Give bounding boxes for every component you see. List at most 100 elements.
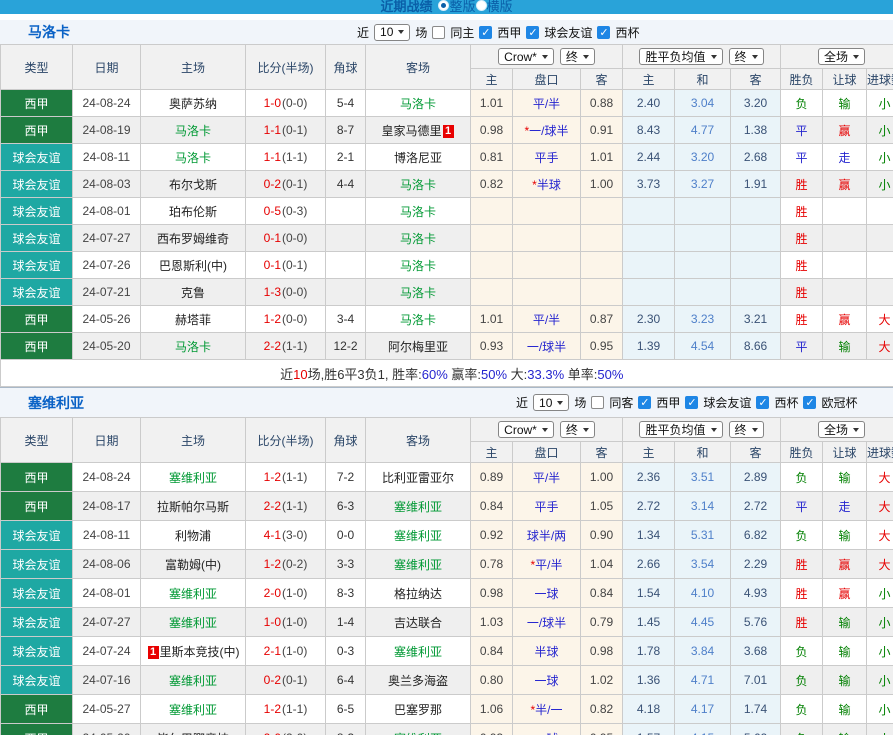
- odds-home-cell: 0.84: [471, 492, 513, 521]
- sub-column-header: 让球: [823, 69, 867, 90]
- team-link[interactable]: 塞维利亚: [394, 732, 442, 735]
- odds-away-cell: 0.95: [581, 333, 623, 360]
- team-link[interactable]: 巴塞罗那: [394, 703, 442, 717]
- date-cell: 24-08-11: [73, 144, 141, 171]
- team-link[interactable]: 奥萨苏纳: [169, 97, 217, 111]
- bookmaker-select[interactable]: Crow*: [498, 421, 554, 438]
- league-filter-checkbox[interactable]: ✓: [597, 26, 610, 39]
- handicap-cell: 平/半: [513, 90, 581, 117]
- team-link[interactable]: 马洛卡: [175, 124, 211, 138]
- date-cell: 24-07-26: [73, 252, 141, 279]
- fulltime-score: 2-1: [264, 644, 281, 658]
- team-link[interactable]: 马洛卡: [400, 97, 436, 111]
- handicap-result-cell: 输: [823, 608, 867, 637]
- avg-draw-cell: 3.84: [675, 637, 731, 666]
- odds-away-cell: 0.82: [581, 695, 623, 724]
- team-link[interactable]: 马洛卡: [400, 178, 436, 192]
- view-mode-radio-selected[interactable]: [438, 0, 449, 11]
- team-link[interactable]: 皇家马德里: [381, 124, 441, 138]
- odds-time-select[interactable]: 终: [560, 48, 595, 65]
- avg-type-select-value: 胜平负均值: [645, 48, 705, 65]
- goals-result-cell: 大: [867, 463, 893, 492]
- team-link[interactable]: 塞维利亚: [394, 558, 442, 572]
- team-link[interactable]: 格拉纳达: [394, 587, 442, 601]
- league-filter-checkbox[interactable]: ✓: [803, 396, 816, 409]
- team-link[interactable]: 西布罗姆维奇: [157, 232, 229, 246]
- team-link[interactable]: 马洛卡: [400, 313, 436, 327]
- avg-time-select[interactable]: 终: [729, 48, 764, 65]
- team-link[interactable]: 巴恩斯利(中): [159, 259, 227, 273]
- team-link[interactable]: 塞维利亚: [169, 471, 217, 485]
- column-header: 角球: [326, 418, 366, 463]
- handicap-result-cell: 输: [823, 695, 867, 724]
- team-link[interactable]: 吉达联合: [394, 616, 442, 630]
- page: 近期战绩 整版横版 马洛卡近10场同主✓西甲✓球会友谊✓西杯类型日期主场比分(半…: [0, 0, 893, 735]
- column-header: 类型: [1, 45, 73, 90]
- team-link[interactable]: 马洛卡: [400, 286, 436, 300]
- league-filter-checkbox[interactable]: ✓: [685, 396, 698, 409]
- team-link[interactable]: 马洛卡: [175, 340, 211, 354]
- avg-draw-cell: 3.27: [675, 171, 731, 198]
- team-link[interactable]: 塞维利亚: [169, 703, 217, 717]
- avg-type-select[interactable]: 胜平负均值: [639, 421, 722, 438]
- handicap-cell: 平/半: [513, 463, 581, 492]
- home-team-cell: 富勒姆(中): [141, 550, 246, 579]
- handicap-result-cell: 赢: [823, 117, 867, 144]
- table-row: 球会友谊24-07-16塞维利亚0-2(0-1)6-4奥兰多海盗0.80一球1.…: [1, 666, 893, 695]
- score-cell: 2-2(1-1): [246, 492, 326, 521]
- team-link[interactable]: 拉斯帕尔马斯: [157, 500, 229, 514]
- scope-select[interactable]: 全场: [818, 421, 865, 438]
- page-title: 近期战绩: [380, 0, 432, 14]
- score-cell: 1-1(0-1): [246, 117, 326, 144]
- recent-count-select[interactable]: 10: [374, 24, 410, 41]
- team-name: 塞维利亚: [28, 393, 84, 413]
- result-cell: 胜: [781, 171, 823, 198]
- league-filter-checkbox[interactable]: ✓: [756, 396, 769, 409]
- team-link[interactable]: 博洛尼亚: [394, 151, 442, 165]
- team-link[interactable]: 利物浦: [175, 529, 211, 543]
- team-link[interactable]: 塞维利亚: [169, 616, 217, 630]
- team-link[interactable]: 塞维利亚: [394, 645, 442, 659]
- view-mode-radio[interactable]: [476, 0, 487, 11]
- handicap-value: 一/球半: [527, 340, 566, 354]
- fulltime-score: 4-1: [264, 528, 281, 542]
- scope-select[interactable]: 全场: [818, 48, 865, 65]
- team-link[interactable]: 塞维利亚: [394, 529, 442, 543]
- team-link[interactable]: 马洛卡: [175, 151, 211, 165]
- team-link[interactable]: 珀布伦斯: [169, 205, 217, 219]
- team-link[interactable]: 比利亚雷亚尔: [382, 471, 454, 485]
- same-venue-checkbox[interactable]: [591, 396, 604, 409]
- odds-time-select[interactable]: 终: [560, 421, 595, 438]
- team-link[interactable]: 马洛卡: [400, 259, 436, 273]
- avg-home-cell: [623, 279, 675, 306]
- team-link[interactable]: 布尔戈斯: [169, 178, 217, 192]
- team-link[interactable]: 毕尔巴鄂竞技: [157, 732, 229, 735]
- team-link[interactable]: 里斯本竞技(中): [160, 645, 240, 659]
- handicap-cell: *半/一: [513, 695, 581, 724]
- team-link[interactable]: 克鲁: [181, 286, 205, 300]
- date-cell: 24-08-03: [73, 171, 141, 198]
- avg-away-cell: 3.68: [731, 637, 781, 666]
- avg-time-select[interactable]: 终: [729, 421, 764, 438]
- team-link[interactable]: 塞维利亚: [394, 500, 442, 514]
- table-row: 球会友谊24-08-11马洛卡1-1(1-1)2-1博洛尼亚0.81平手1.01…: [1, 144, 893, 171]
- league-filter-checkbox[interactable]: ✓: [638, 396, 651, 409]
- team-link[interactable]: 马洛卡: [400, 205, 436, 219]
- recent-count-select[interactable]: 10: [533, 394, 569, 411]
- team-link[interactable]: 塞维利亚: [169, 587, 217, 601]
- same-venue-checkbox[interactable]: [432, 26, 445, 39]
- bookmaker-select[interactable]: Crow*: [498, 48, 554, 65]
- team-link[interactable]: 塞维利亚: [169, 674, 217, 688]
- league-filter-checkbox[interactable]: ✓: [479, 26, 492, 39]
- avg-type-select[interactable]: 胜平负均值: [639, 48, 722, 65]
- sections-container: 马洛卡近10场同主✓西甲✓球会友谊✓西杯类型日期主场比分(半场)角球客场Crow…: [0, 20, 893, 735]
- team-link[interactable]: 马洛卡: [400, 232, 436, 246]
- team-link[interactable]: 赫塔菲: [175, 313, 211, 327]
- date-cell: 24-05-20: [73, 724, 141, 735]
- team-link[interactable]: 富勒姆(中): [165, 558, 221, 572]
- odds-away-cell: 0.95: [581, 724, 623, 735]
- team-link[interactable]: 阿尔梅里亚: [388, 340, 448, 354]
- league-filter-checkbox[interactable]: ✓: [526, 26, 539, 39]
- team-link[interactable]: 奥兰多海盗: [388, 674, 448, 688]
- column-header: 日期: [73, 45, 141, 90]
